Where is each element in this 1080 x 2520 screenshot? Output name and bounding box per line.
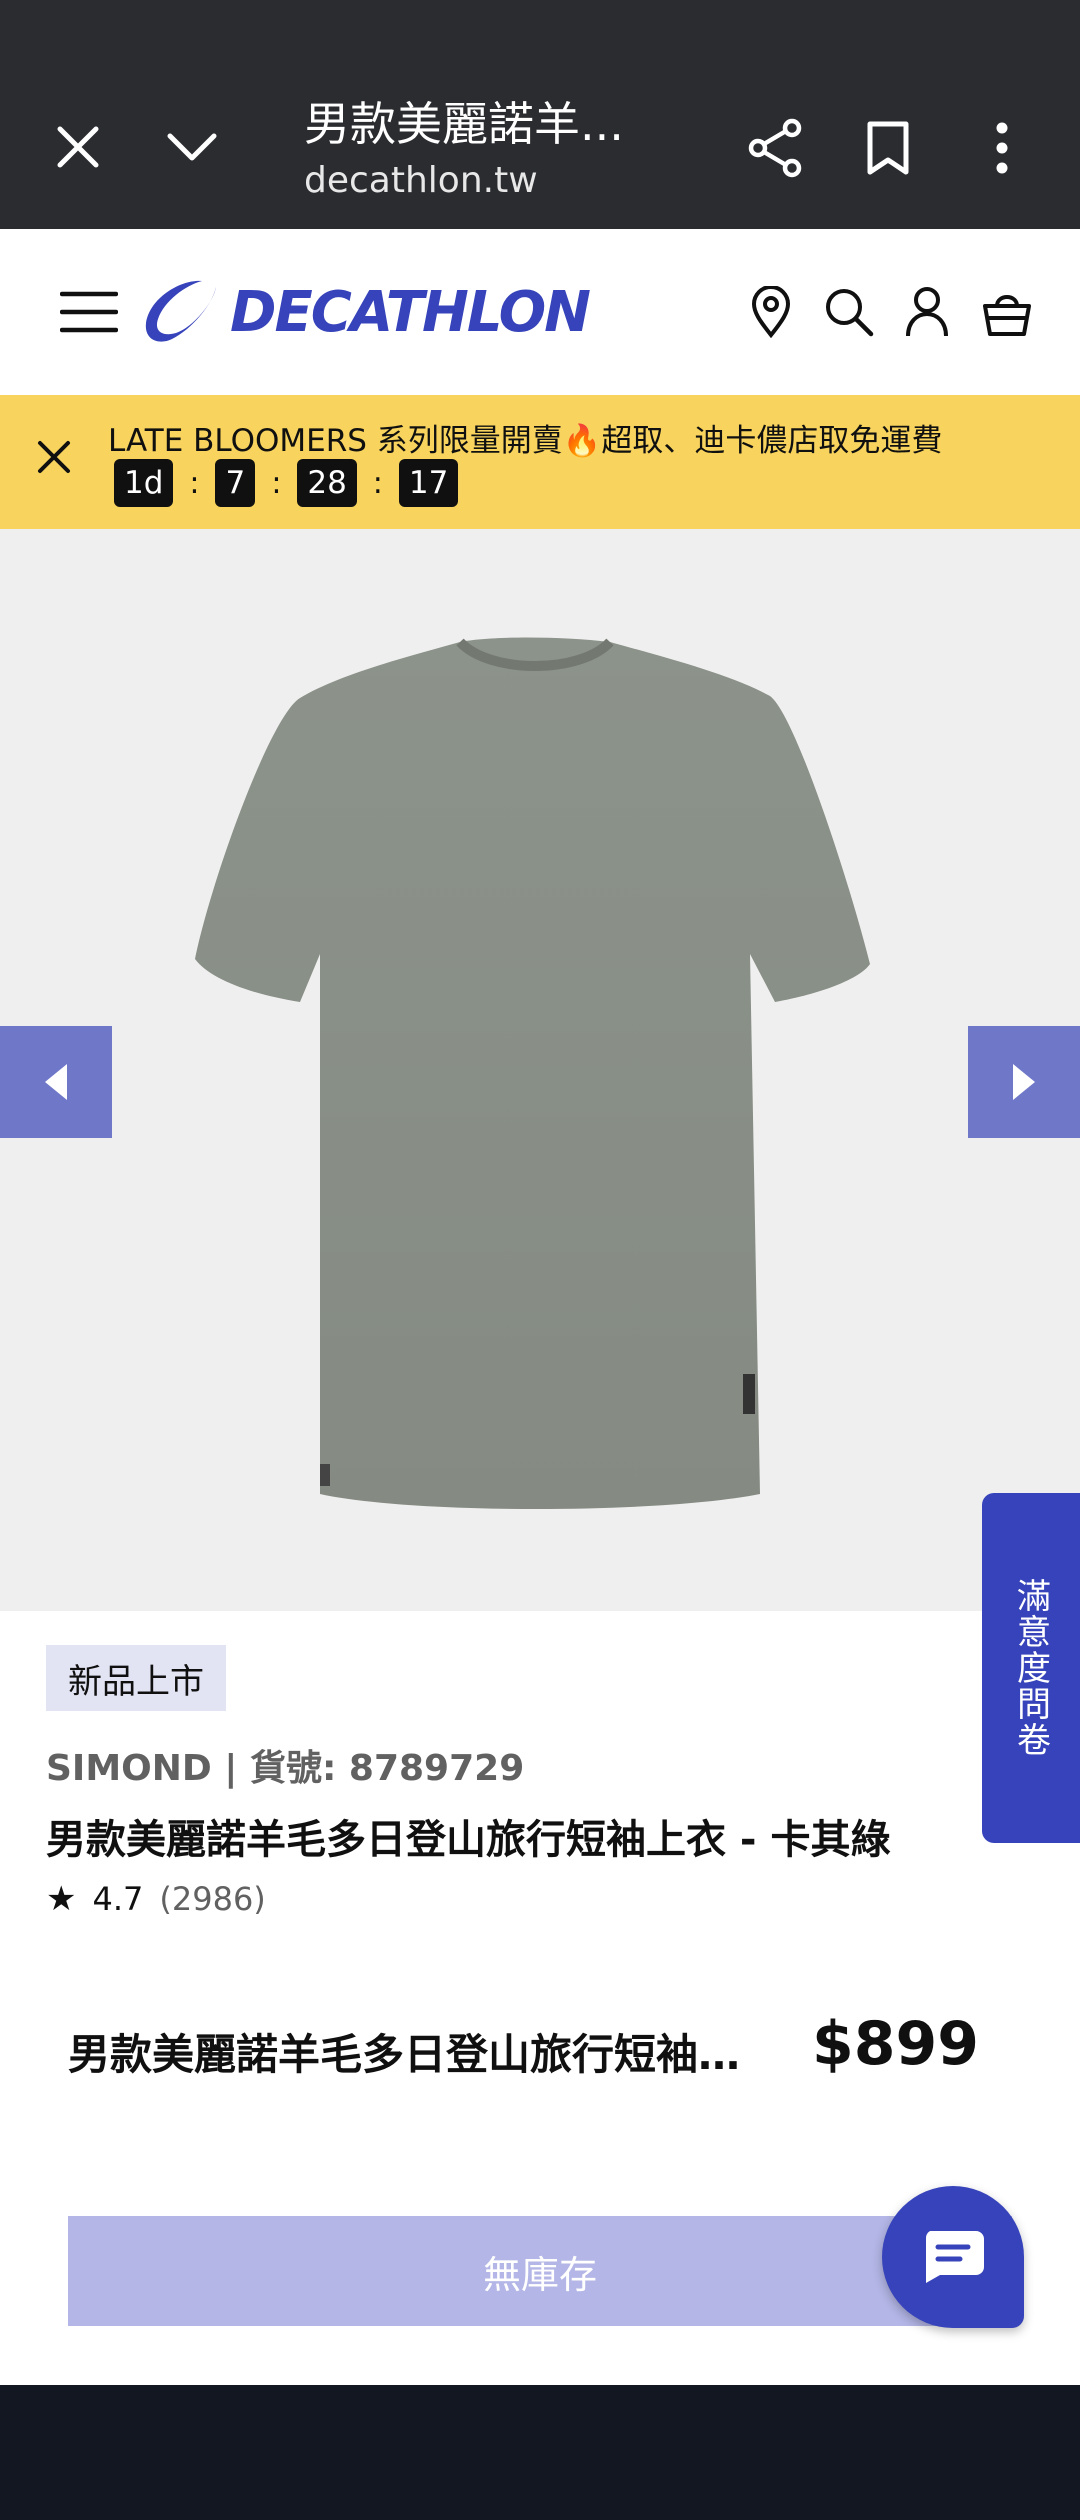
product-title: 男款美麗諾羊毛多日登山旅行短袖上衣 - 卡其綠 bbox=[46, 1817, 891, 1863]
star-icon: ★ bbox=[46, 1879, 77, 1919]
countdown-hours: 7 bbox=[215, 459, 256, 507]
out-of-stock-button[interactable]: 無庫存 bbox=[68, 2216, 1012, 2326]
chevron-down-icon[interactable] bbox=[152, 107, 232, 187]
share-icon[interactable] bbox=[736, 108, 816, 188]
cart-icon[interactable] bbox=[972, 277, 1042, 347]
sticky-price: $899 bbox=[812, 2009, 979, 2079]
browser-page-title: 男款美麗諾羊... bbox=[304, 97, 624, 151]
countdown-days: 1d bbox=[114, 459, 174, 507]
rating-count: (2986) bbox=[159, 1880, 266, 1918]
new-arrival-badge: 新品上市 bbox=[46, 1645, 226, 1711]
survey-label: 滿意度問卷 bbox=[1010, 1578, 1051, 1758]
account-icon[interactable] bbox=[892, 277, 962, 347]
chat-icon bbox=[925, 2231, 984, 2283]
site-header: DECATHLON bbox=[0, 229, 1080, 395]
survey-tab[interactable]: 滿意度問卷 bbox=[982, 1493, 1080, 1843]
menu-icon[interactable] bbox=[54, 277, 124, 347]
chat-button[interactable] bbox=[882, 2186, 1024, 2328]
countdown-separator: : bbox=[189, 465, 200, 501]
search-icon[interactable] bbox=[814, 277, 884, 347]
countdown-timer: 1d : 7 : 28 : 17 bbox=[114, 459, 459, 507]
product-rating[interactable]: ★ 4.7 (2986) bbox=[46, 1879, 266, 1919]
chevron-right-icon bbox=[1013, 1064, 1035, 1100]
bookmark-icon[interactable] bbox=[848, 108, 928, 188]
decathlon-logo-mark bbox=[145, 280, 216, 342]
more-vertical-icon[interactable] bbox=[962, 108, 1042, 188]
promo-text[interactable]: LATE BLOOMERS 系列限量開賣🔥超取、迪卡儂店取免運費 bbox=[108, 415, 942, 460]
countdown-seconds: 17 bbox=[398, 459, 459, 507]
product-image bbox=[195, 637, 870, 1509]
promo-close-icon[interactable] bbox=[22, 425, 86, 489]
browser-toolbar: 男款美麗諾羊... decathlon.tw bbox=[0, 0, 1080, 229]
gallery-next-button[interactable] bbox=[968, 1026, 1080, 1138]
sticky-purchase-bar: 男款美麗諾羊毛多日登山旅行短袖上衣 - 卡其綠 $899 無庫存 bbox=[0, 1961, 1080, 2385]
system-navigation-bar bbox=[0, 2385, 1080, 2520]
close-icon[interactable] bbox=[38, 107, 118, 187]
chevron-left-icon bbox=[45, 1064, 67, 1100]
browser-url[interactable]: decathlon.tw bbox=[304, 160, 538, 201]
sticky-product-name: 男款美麗諾羊毛多日登山旅行短袖上衣 - 卡其綠 bbox=[68, 2030, 748, 2079]
gallery-prev-button[interactable] bbox=[0, 1026, 112, 1138]
decathlon-logo[interactable]: DECATHLON bbox=[142, 275, 591, 349]
promo-banner: LATE BLOOMERS 系列限量開賣🔥超取、迪卡儂店取免運費 1d : 7 … bbox=[0, 395, 1080, 529]
rating-score: 4.7 bbox=[92, 1880, 144, 1918]
product-image-gallery[interactable] bbox=[0, 529, 1080, 1611]
location-pin-icon[interactable] bbox=[736, 277, 806, 347]
brand-and-sku: SIMOND | 貨號: 8789729 bbox=[46, 1748, 525, 1789]
logo-text: DECATHLON bbox=[230, 279, 591, 345]
countdown-minutes: 28 bbox=[297, 459, 357, 507]
countdown-separator: : bbox=[271, 465, 282, 501]
countdown-separator: : bbox=[372, 465, 383, 501]
